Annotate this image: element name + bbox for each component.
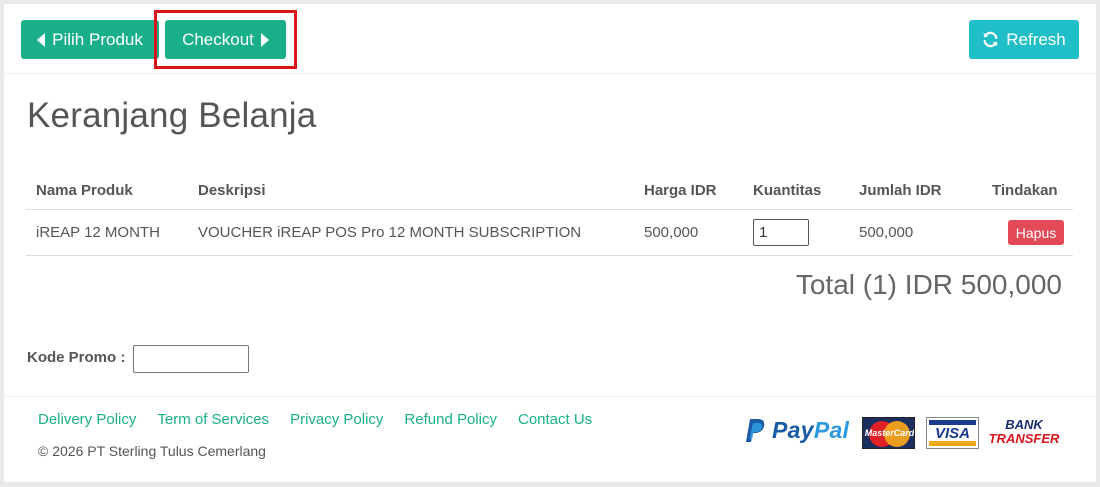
promo-code-input[interactable] xyxy=(133,345,249,373)
header-tindakan: Tindakan xyxy=(992,182,1058,199)
copyright: © 2026 PT Sterling Tulus Cemerlang xyxy=(38,443,266,459)
refresh-button[interactable]: Refresh xyxy=(969,20,1079,59)
refund-policy-link[interactable]: Refund Policy xyxy=(404,411,497,428)
header-harga: Harga IDR xyxy=(644,182,717,199)
mastercard-logo: MasterCard xyxy=(862,417,915,449)
paypal-pal-text: Pal xyxy=(813,417,850,443)
contact-us-link[interactable]: Contact Us xyxy=(518,411,592,428)
terms-link[interactable]: Term of Services xyxy=(157,411,269,428)
paypal-icon xyxy=(746,418,765,442)
transfer-text: TRANSFER xyxy=(988,431,1060,446)
promo-label: Kode Promo : xyxy=(27,349,126,366)
header-deskripsi: Deskripsi xyxy=(198,182,266,199)
refresh-icon xyxy=(983,31,998,48)
header-kuantitas: Kuantitas xyxy=(753,182,822,199)
privacy-policy-link[interactable]: Privacy Policy xyxy=(290,411,383,428)
checkout-highlight-box xyxy=(154,10,297,69)
row-price: 500,000 xyxy=(644,224,699,241)
header-jumlah: Jumlah IDR xyxy=(859,182,942,199)
visa-logo: VISA xyxy=(926,417,979,449)
mastercard-text: MasterCard xyxy=(864,428,915,438)
bank-text: BANK xyxy=(1005,417,1043,432)
refresh-label: Refresh xyxy=(1006,29,1066,49)
paypal-logo: PayPal xyxy=(744,417,849,444)
table-row: iREAP 12 MONTH VOUCHER iREAP POS Pro 12 … xyxy=(26,210,1073,256)
row-amount: 500,000 xyxy=(859,224,914,241)
toolbar: Pilih Produk Checkout Refresh xyxy=(4,4,1096,74)
hapus-button[interactable]: Hapus xyxy=(1008,220,1064,245)
paypal-pay-text: Pay xyxy=(772,417,814,443)
row-description: VOUCHER iREAP POS Pro 12 MONTH SUBSCRIPT… xyxy=(198,224,582,241)
row-product-name: iREAP 12 MONTH xyxy=(36,224,160,241)
cart-table-header: Nama Produk Deskripsi Harga IDR Kuantita… xyxy=(26,168,1073,210)
page-title: Keranjang Belanja xyxy=(27,96,317,135)
visa-text: VISA xyxy=(934,425,970,442)
caret-left-icon xyxy=(37,32,46,47)
quantity-input[interactable] xyxy=(753,219,809,246)
cart-total: Total (1) IDR 500,000 xyxy=(795,269,1062,300)
pilih-produk-button[interactable]: Pilih Produk xyxy=(21,20,159,59)
pilih-produk-label: Pilih Produk xyxy=(52,29,143,49)
footer-links: Delivery Policy Term of Services Privacy… xyxy=(38,411,592,428)
delivery-policy-link[interactable]: Delivery Policy xyxy=(38,411,136,428)
footer: Delivery Policy Term of Services Privacy… xyxy=(4,396,1096,482)
bank-transfer-logo: BANK TRANSFER xyxy=(988,418,1060,446)
header-nama-produk: Nama Produk xyxy=(36,182,133,199)
cart-panel: Pilih Produk Checkout Refresh Keranjang … xyxy=(4,4,1096,482)
